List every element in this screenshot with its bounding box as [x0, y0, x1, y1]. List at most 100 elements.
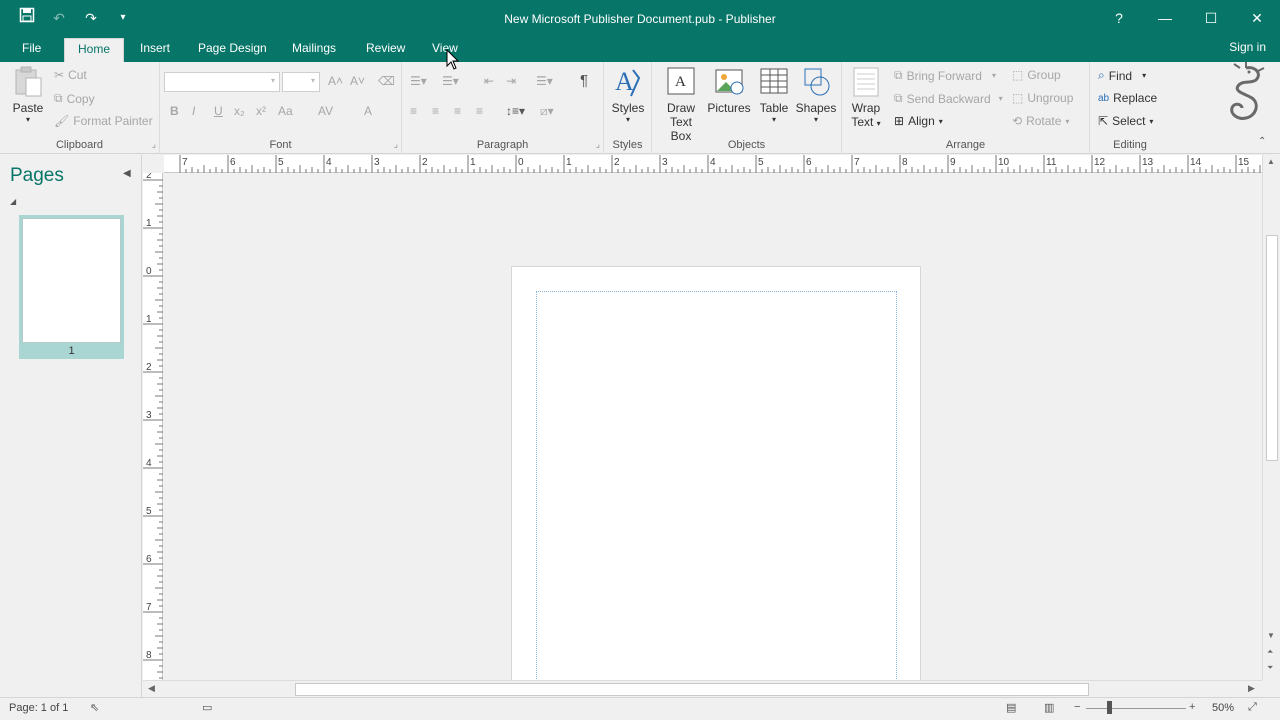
pictures-button[interactable]: Pictures	[706, 66, 752, 115]
font-color-button[interactable]: A	[364, 104, 372, 118]
clipboard-group-label: Clipboard	[55, 139, 104, 151]
collapse-pane-icon[interactable]: ◀	[123, 168, 131, 179]
font-size-box[interactable]: ▾	[282, 72, 320, 92]
zoom-out-icon[interactable]: −	[1074, 701, 1080, 713]
superscript-button[interactable]: x²	[256, 104, 266, 118]
styles-group-label: Styles	[612, 139, 643, 151]
align-icon: ⊞	[894, 114, 905, 128]
select-button[interactable]: ⇱ Select ▾	[1098, 114, 1153, 128]
underline-button[interactable]: U	[214, 104, 223, 118]
font-group: ▾ ▾ A˄ A˅ ⌫ B I U x₂ x² Aa AV A Font ⌟	[160, 62, 402, 154]
horizontal-scrollbar[interactable]: ◀ ▶	[143, 680, 1262, 697]
shading-icon[interactable]: ⧄▾	[540, 104, 554, 119]
sign-in-link[interactable]: Sign in	[1229, 40, 1266, 54]
character-spacing-button[interactable]: AV	[318, 104, 333, 118]
ruler-label: 15	[1238, 157, 1250, 168]
tab-home[interactable]: Home	[64, 38, 124, 62]
tab-insert[interactable]: Insert	[132, 38, 178, 62]
send-backward-icon: ⧉	[894, 91, 903, 105]
expand-collapse-icon[interactable]: ◢	[10, 197, 16, 206]
minimize-button[interactable]: —	[1142, 0, 1188, 36]
scroll-left-icon[interactable]: ◀	[148, 683, 155, 694]
shrink-font-button[interactable]: A˅	[350, 74, 365, 88]
paste-icon	[15, 66, 42, 97]
zoom-level[interactable]: 50%	[1212, 702, 1234, 714]
align-center-icon[interactable]: ≡	[432, 104, 439, 118]
workspace[interactable]	[164, 174, 1262, 680]
change-case-button[interactable]: Aa	[278, 104, 293, 118]
tab-mailings[interactable]: Mailings	[284, 38, 344, 62]
ruler-label: 13	[1142, 157, 1154, 168]
find-button[interactable]: ⌕ Find ▾	[1098, 68, 1146, 83]
collapse-ribbon-icon[interactable]: ⌃	[1258, 136, 1266, 147]
scroll-right-icon[interactable]: ▶	[1248, 683, 1255, 694]
close-button[interactable]: ✕	[1234, 0, 1280, 36]
zoom-slider[interactable]	[1086, 708, 1186, 709]
send-backward-button[interactable]: ⧉ Send Backward ▾	[894, 91, 1003, 106]
dialog-launcher-icon[interactable]: ⌟	[394, 139, 398, 150]
page-info[interactable]: Page: 1 of 1	[9, 702, 68, 714]
styles-button[interactable]: A Styles ▾	[608, 66, 648, 124]
columns-icon[interactable]: ☰▾	[536, 74, 553, 88]
previous-page-icon[interactable]: ⏶	[1267, 647, 1273, 657]
ruler-label: 10	[998, 157, 1010, 168]
justify-icon[interactable]: ≡	[476, 104, 483, 118]
show-marks-button[interactable]: ¶	[580, 72, 588, 89]
subscript-button[interactable]: x₂	[234, 104, 245, 118]
page-thumbnail[interactable]: 1	[19, 215, 124, 359]
bring-forward-button[interactable]: ⧉ Bring Forward ▾	[894, 68, 996, 83]
vertical-ruler[interactable]: 2 1 0 1 2 3 4 5 6 7 8	[143, 170, 163, 681]
group-button[interactable]: ⬚ Group	[1012, 68, 1061, 82]
tab-file[interactable]: File	[14, 38, 49, 62]
dialog-launcher-icon[interactable]: ⌟	[596, 139, 600, 150]
wrap-text-button[interactable]: Wrap Text ▾	[846, 66, 886, 129]
rotate-button[interactable]: ⟲ Rotate ▾	[1012, 114, 1069, 128]
horizontal-ruler[interactable]: 7 6 5 4 3 2 1 0 1 2 3 4 5 6 7 8 9 10 11 12 13 14 15	[164, 155, 1262, 173]
margin-guide	[536, 291, 897, 680]
publication-page[interactable]	[511, 266, 921, 680]
pictures-icon	[715, 69, 744, 95]
zoom-in-icon[interactable]: +	[1189, 701, 1195, 713]
line-spacing-icon[interactable]: ↕≡▾	[506, 104, 525, 118]
copy-button[interactable]: ⧉ Copy	[54, 91, 95, 106]
paste-button[interactable]: Paste ▾	[8, 66, 48, 124]
bold-button[interactable]: B	[170, 104, 179, 118]
shapes-icon	[804, 68, 830, 96]
table-button[interactable]: Table ▾	[754, 66, 794, 124]
align-button[interactable]: ⊞ Align ▾	[894, 114, 943, 128]
fit-page-icon[interactable]: ⤢	[1248, 701, 1257, 714]
format-painter-button[interactable]: 🖌 Format Painter	[54, 114, 153, 128]
grow-font-button[interactable]: A˄	[328, 74, 343, 88]
tab-review[interactable]: Review	[358, 38, 413, 62]
object-size-icon: ▭	[202, 702, 213, 714]
cut-button[interactable]: ✂ Cut	[54, 68, 87, 82]
help-button[interactable]: ?	[1096, 0, 1142, 36]
next-page-icon[interactable]: ⏷	[1267, 663, 1273, 673]
scroll-up-icon[interactable]: ▲	[1267, 157, 1275, 166]
align-left-icon[interactable]: ≡	[410, 104, 417, 118]
bullets-icon[interactable]: ☰▾	[410, 74, 427, 88]
shapes-button[interactable]: Shapes ▾	[794, 66, 838, 124]
decrease-indent-icon[interactable]: ⇤	[484, 74, 494, 88]
numbering-icon[interactable]: ☰▾	[442, 74, 459, 88]
font-name-box[interactable]: ▾	[164, 72, 280, 92]
single-page-view-icon[interactable]: ▤	[1006, 701, 1016, 714]
clear-formatting-icon[interactable]: ⌫	[378, 74, 395, 88]
draw-text-box-button[interactable]: A Draw Text Box	[658, 66, 704, 143]
dialog-launcher-icon[interactable]: ⌟	[152, 139, 156, 150]
replace-button[interactable]: ab Replace	[1098, 91, 1157, 105]
vertical-scroll-thumb[interactable]	[1266, 235, 1278, 461]
vertical-scrollbar[interactable]: ▲ ▼ ⏶ ⏷	[1262, 155, 1280, 680]
tab-page-design[interactable]: Page Design	[190, 38, 275, 62]
italic-button[interactable]: I	[192, 104, 195, 118]
paragraph-group-label: Paragraph	[476, 139, 529, 151]
maximize-button[interactable]: ☐	[1188, 0, 1234, 36]
two-page-view-icon[interactable]: ▥	[1044, 701, 1054, 714]
zoom-slider-knob[interactable]	[1107, 701, 1112, 714]
scroll-down-icon[interactable]: ▼	[1267, 631, 1275, 640]
ungroup-button[interactable]: ⬚ Ungroup	[1012, 91, 1073, 105]
ruler-label: 5	[146, 506, 152, 517]
increase-indent-icon[interactable]: ⇥	[506, 74, 516, 88]
align-right-icon[interactable]: ≡	[454, 104, 461, 118]
horizontal-scroll-thumb[interactable]	[295, 683, 1089, 696]
